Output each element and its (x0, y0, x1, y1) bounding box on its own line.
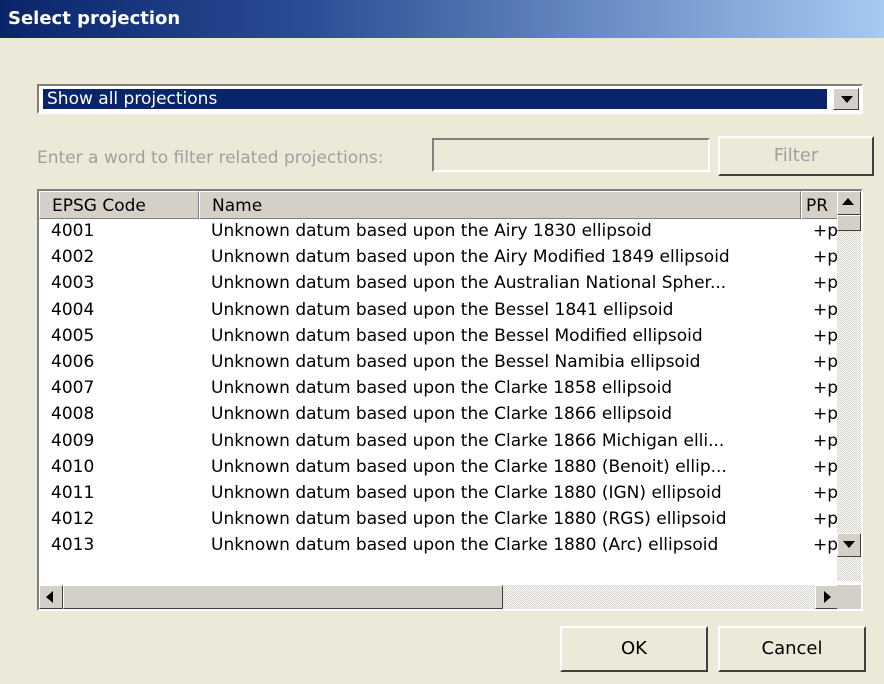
table-row[interactable]: 4003 Unknown datum based upon the Austral… (39, 271, 839, 295)
window-title: Select projection (8, 8, 181, 29)
cancel-button[interactable]: Cancel (718, 626, 866, 672)
arrow-right-icon (824, 591, 831, 603)
table-row[interactable]: 4001 Unknown datum based upon the Airy 18… (39, 219, 839, 243)
cell-epsg-code: 4008 (51, 404, 95, 425)
table-row[interactable]: 4011 Unknown datum based upon the Clarke … (39, 481, 839, 505)
arrow-up-icon (842, 198, 854, 205)
table-row[interactable]: 4004 Unknown datum based upon the Bessel … (39, 298, 839, 322)
cell-proj: +p (813, 221, 837, 241)
cell-name: Unknown datum based upon the Clarke 1866… (211, 430, 725, 451)
cell-name: Unknown datum based upon the Airy 1830 e… (211, 221, 652, 241)
cell-name: Unknown datum based upon the Clarke 1880… (211, 509, 727, 530)
list-rows: 4001 Unknown datum based upon the Airy 18… (39, 219, 839, 581)
filter-label: Enter a word to filter related projectio… (37, 148, 384, 168)
cell-name: Unknown datum based upon the Clarke 1866… (211, 404, 673, 425)
horizontal-scroll-thumb[interactable] (63, 585, 503, 609)
cell-name: Unknown datum based upon the Bessel 1841… (211, 299, 674, 320)
arrow-down-icon (843, 541, 855, 548)
column-header-name[interactable]: Name (199, 191, 801, 219)
table-row[interactable]: 4013 Unknown datum based upon the Clarke … (39, 533, 839, 557)
projection-list[interactable]: EPSG Code Name PR 4001 Unknown datum base… (37, 189, 863, 611)
cell-epsg-code: 4013 (51, 535, 95, 556)
cell-name: Unknown datum based upon the Bessel Nami… (211, 352, 701, 372)
scrollbar-corner (837, 585, 861, 609)
cell-name: Unknown datum based upon the Clarke 1858… (211, 378, 673, 399)
scroll-left-button[interactable] (39, 585, 63, 609)
cell-name: Unknown datum based upon the Clarke 1880… (211, 483, 722, 503)
dropdown-button[interactable] (833, 88, 859, 110)
table-row[interactable]: 4012 Unknown datum based upon the Clarke … (39, 507, 839, 531)
cell-name: Unknown datum based upon the Clarke 1880… (211, 535, 719, 556)
cell-epsg-code: 4001 (51, 221, 95, 241)
table-row[interactable]: 4006 Unknown datum based upon the Bessel … (39, 350, 839, 374)
cell-epsg-code: 4007 (51, 378, 95, 399)
cell-epsg-code: 4002 (51, 247, 95, 268)
cell-epsg-code: 4004 (51, 299, 95, 320)
list-header: EPSG Code Name PR (39, 191, 841, 219)
scroll-down-button[interactable] (837, 533, 861, 557)
cell-proj: +p (813, 404, 837, 425)
cell-epsg-code: 4009 (51, 430, 95, 451)
cell-epsg-code: 4012 (51, 509, 95, 530)
projection-filter-dropdown[interactable]: Show all projections (37, 84, 863, 114)
table-row[interactable]: 4009 Unknown datum based upon the Clarke … (39, 429, 839, 453)
cell-proj: +p (813, 352, 837, 372)
table-row[interactable]: 4005 Unknown datum based upon the Bessel … (39, 324, 839, 348)
cell-proj: +p (813, 247, 837, 268)
cell-epsg-code: 4005 (51, 325, 95, 346)
scroll-up-button[interactable] (837, 191, 861, 215)
cell-epsg-code: 4006 (51, 352, 95, 372)
cell-proj: +p (813, 299, 837, 320)
column-header-proj[interactable]: PR (801, 191, 841, 219)
cell-proj: +p (813, 273, 837, 294)
cell-proj: +p (813, 325, 837, 346)
column-header-epsg-code[interactable]: EPSG Code (39, 191, 199, 219)
horizontal-scrollbar[interactable] (39, 585, 839, 609)
cell-name: Unknown datum based upon the Australian … (211, 273, 727, 294)
arrow-left-icon (46, 591, 53, 603)
cell-epsg-code: 4011 (51, 483, 95, 503)
cell-name: Unknown datum based upon the Clarke 1880… (211, 456, 727, 477)
vertical-scrollbar[interactable] (837, 191, 861, 581)
cell-proj: +p (813, 509, 837, 530)
dropdown-selected-value: Show all projections (43, 89, 827, 109)
table-row[interactable]: 4007 Unknown datum based upon the Clarke … (39, 376, 839, 400)
chevron-down-icon (841, 96, 853, 103)
cell-epsg-code: 4003 (51, 273, 95, 294)
filter-button[interactable]: Filter (718, 136, 874, 176)
filter-input[interactable] (432, 138, 710, 172)
table-row[interactable]: 4002 Unknown datum based upon the Airy Mo… (39, 245, 839, 269)
cell-proj: +p (813, 456, 837, 477)
scroll-right-button[interactable] (815, 585, 839, 609)
cell-epsg-code: 4010 (51, 456, 95, 477)
table-row[interactable]: 4010 Unknown datum based upon the Clarke … (39, 455, 839, 479)
cell-name: Unknown datum based upon the Bessel Modi… (211, 325, 703, 346)
cell-proj: +p (813, 483, 837, 503)
cell-name: Unknown datum based upon the Airy Modifi… (211, 247, 730, 268)
cell-proj: +p (813, 430, 837, 451)
cell-proj: +p (813, 535, 837, 556)
cell-proj: +p (813, 378, 837, 399)
vertical-scroll-thumb[interactable] (837, 215, 861, 231)
table-row[interactable]: 4008 Unknown datum based upon the Clarke … (39, 402, 839, 426)
ok-button[interactable]: OK (560, 626, 708, 672)
title-bar[interactable]: Select projection (0, 0, 884, 38)
